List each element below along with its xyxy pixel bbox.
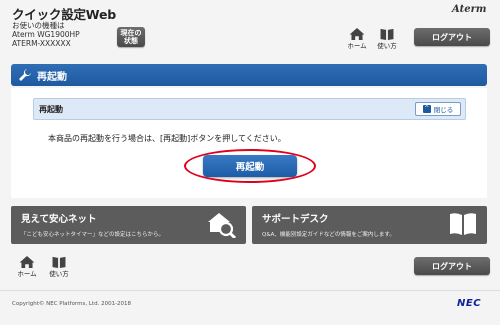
current-status-button[interactable]: 現在の 状態 — [117, 27, 145, 47]
current-status-label: 現在の 状態 — [120, 29, 142, 45]
safety-banner-desc: 「こども安心ネットタイマー」などの設定はこちらから。 — [21, 232, 165, 238]
panel-header: 再起動 ^ 閉じる — [33, 98, 466, 120]
reboot-button[interactable]: 再起動 — [203, 155, 297, 177]
model-name: Aterm WG1900HP — [12, 30, 80, 39]
home-icon — [349, 28, 365, 40]
support-banner-desc: Q&A、機能別設定ガイドなどの情報をご案内します。 — [262, 232, 395, 238]
reboot-instruction: 本商品の再起動を行う場合は、[再起動]ボタンを押してください。 — [48, 134, 286, 143]
model-label: お使いの機種は — [12, 21, 65, 30]
copyright-text: Copyright© NEC Platforms, Ltd. 2001-2018 — [12, 301, 132, 307]
home-label: ホーム — [347, 42, 367, 50]
section-title-bar: 再起動 — [11, 64, 487, 86]
wrench-icon — [19, 69, 31, 81]
manual-label-bottom: 使い方 — [49, 270, 69, 278]
model-serial: ATERM-XXXXXX — [12, 39, 71, 48]
book-icon — [52, 256, 66, 268]
home-button[interactable]: ホーム — [346, 28, 368, 50]
reboot-button-label: 再起動 — [235, 162, 265, 173]
support-desk-banner[interactable]: サポートデスク Q&A、機能別設定ガイドなどの情報をご案内します。 — [252, 206, 487, 244]
collapse-button[interactable]: ^ 閉じる — [415, 102, 461, 116]
logout-button-top[interactable]: ログアウト — [414, 28, 490, 46]
support-banner-title: サポートデスク — [262, 214, 329, 225]
aterm-logo: Aterm — [452, 4, 487, 15]
house-search-icon — [208, 213, 236, 238]
safety-banner-title: 見えて安心ネット — [21, 214, 97, 225]
logout-label-top: ログアウト — [432, 32, 472, 42]
home-icon — [19, 256, 35, 268]
collapse-label: 閉じる — [433, 106, 454, 114]
logout-button-bottom[interactable]: ログアウト — [414, 257, 490, 275]
manual-button-bottom[interactable]: 使い方 — [48, 256, 70, 278]
home-button-bottom[interactable]: ホーム — [16, 256, 38, 278]
chevron-up-icon: ^ — [422, 105, 431, 113]
logout-label-bottom: ログアウト — [432, 261, 472, 271]
safety-net-banner[interactable]: 見えて安心ネット 「こども安心ネットタイマー」などの設定はこちらから。 — [11, 206, 246, 244]
nec-logo: NEC — [457, 298, 482, 309]
home-label-bottom: ホーム — [17, 270, 37, 278]
manual-label: 使い方 — [377, 42, 397, 50]
section-title: 再起動 — [37, 71, 67, 83]
book-icon — [380, 28, 394, 40]
open-book-icon — [450, 213, 476, 235]
panel-title: 再起動 — [39, 104, 63, 114]
manual-button[interactable]: 使い方 — [376, 28, 398, 50]
footer-divider — [0, 290, 500, 291]
